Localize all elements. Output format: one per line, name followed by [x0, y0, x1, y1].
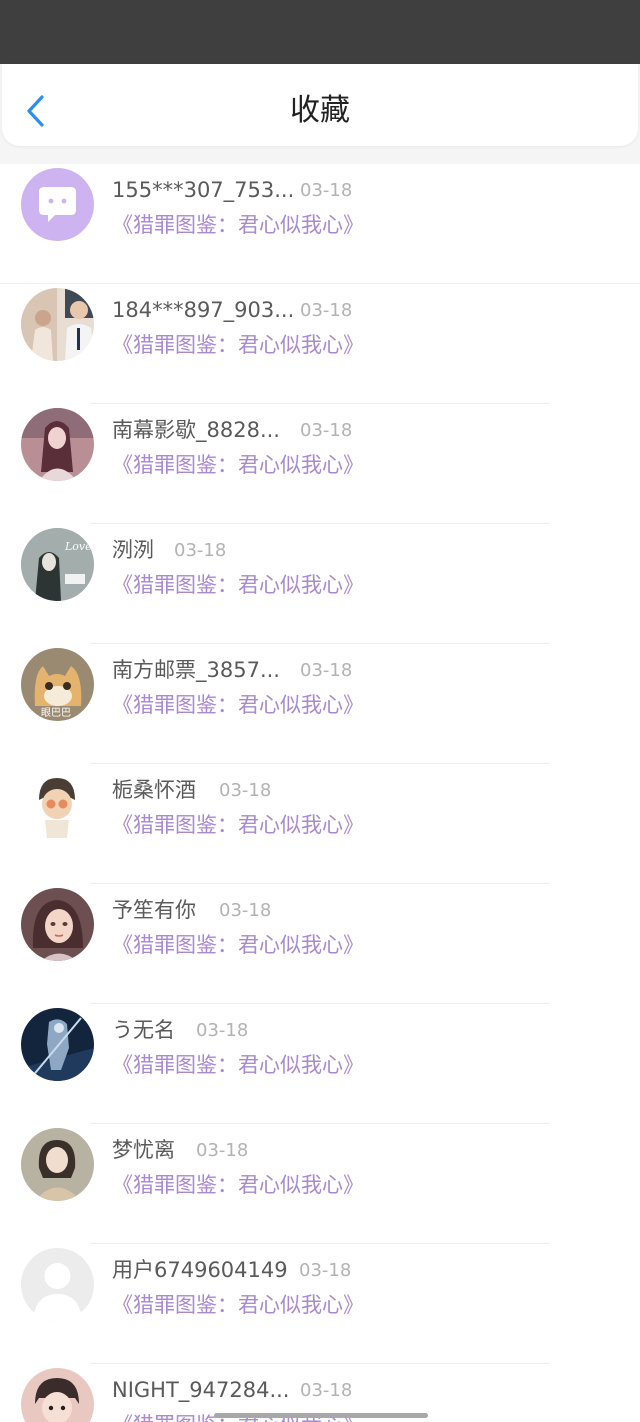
couple-photo-avatar[interactable] [21, 288, 94, 361]
home-indicator[interactable] [214, 1413, 428, 1418]
list-item[interactable]: 184***897_903... 03-18 《猎罪图鉴：君心似我心》 [0, 284, 640, 404]
dark-warrior-avatar[interactable] [21, 1008, 94, 1081]
list-item[interactable]: 予笙有你 03-18 《猎罪图鉴：君心似我心》 [0, 884, 640, 1004]
girl-portrait-avatar[interactable] [21, 408, 94, 481]
list-item[interactable]: 155***307_753... 03-18 《猎罪图鉴：君心似我心》 [0, 164, 640, 284]
work-title[interactable]: 《猎罪图鉴：君心似我心》 [112, 331, 364, 359]
user-name[interactable]: 洌洌 [112, 536, 154, 564]
user-name[interactable]: NIGHT_947284... [112, 1376, 290, 1404]
user-name[interactable]: 予笙有你 [112, 896, 196, 924]
cat-avatar[interactable]: 眼巴巴 [21, 648, 94, 721]
list-item[interactable]: 南幕影歇_8828... 03-18 《猎罪图鉴：君心似我心》 [0, 404, 640, 524]
date: 03-18 [174, 540, 227, 561]
svg-text:Love: Love [64, 540, 92, 553]
work-title[interactable]: 《猎罪图鉴：君心似我心》 [112, 931, 364, 959]
work-title[interactable]: 《猎罪图鉴：君心似我心》 [112, 571, 364, 599]
user-name[interactable]: 用户6749604149 [112, 1256, 288, 1284]
date: 03-18 [219, 780, 272, 801]
date: 03-18 [300, 660, 353, 681]
work-title[interactable]: 《猎罪图鉴：君心似我心》 [112, 1291, 364, 1319]
work-title[interactable]: 《猎罪图鉴：君心似我心》 [112, 691, 364, 719]
date: 03-18 [300, 180, 353, 201]
user-name[interactable]: 南方邮票_3857... [112, 656, 280, 684]
default-user-avatar[interactable] [21, 1248, 94, 1321]
love-sketch-avatar[interactable]: Love [21, 528, 94, 601]
child-photo-avatar[interactable] [21, 1368, 94, 1422]
favorites-list[interactable]: 155***307_753... 03-18 《猎罪图鉴：君心似我心》 184*… [0, 164, 640, 1422]
list-item[interactable]: Love 洌洌 03-18 《猎罪图鉴：君心似我心》 [0, 524, 640, 644]
woman-photo-avatar[interactable] [21, 1128, 94, 1201]
cat-avatar-label: 眼巴巴 [41, 707, 71, 719]
date: 03-18 [219, 900, 272, 921]
work-title[interactable]: 《猎罪图鉴：君心似我心》 [112, 451, 364, 479]
work-title[interactable]: 《猎罪图鉴：君心似我心》 [112, 811, 364, 839]
anime-girl-avatar[interactable] [21, 888, 94, 961]
status-bar [0, 0, 640, 64]
user-name[interactable]: 南幕影歇_8828... [112, 416, 280, 444]
user-name[interactable]: う无名 [112, 1016, 175, 1044]
date: 03-18 [196, 1140, 249, 1161]
date: 03-18 [299, 1260, 352, 1281]
page-title: 收藏 [290, 93, 350, 128]
user-name[interactable]: 155***307_753... [112, 176, 294, 204]
user-name[interactable]: 栀桑怀酒 [112, 776, 196, 804]
date: 03-18 [196, 1020, 249, 1041]
doll-avatar[interactable] [21, 768, 94, 841]
list-item[interactable]: 栀桑怀酒 03-18 《猎罪图鉴：君心似我心》 [0, 764, 640, 884]
list-item[interactable]: 梦忧离 03-18 《猎罪图鉴：君心似我心》 [0, 1124, 640, 1244]
list-item[interactable]: 眼巴巴 南方邮票_3857... 03-18 《猎罪图鉴：君心似我心》 [0, 644, 640, 764]
list-item[interactable]: う无名 03-18 《猎罪图鉴：君心似我心》 [0, 1004, 640, 1124]
list-item[interactable]: 用户6749604149 03-18 《猎罪图鉴：君心似我心》 [0, 1244, 640, 1364]
user-name[interactable]: 梦忧离 [112, 1136, 175, 1164]
work-title[interactable]: 《猎罪图鉴：君心似我心》 [112, 1051, 364, 1079]
date: 03-18 [300, 300, 353, 321]
chat-bubble-avatar[interactable] [21, 168, 94, 241]
date: 03-18 [300, 1380, 353, 1401]
user-name[interactable]: 184***897_903... [112, 296, 294, 324]
work-title[interactable]: 《猎罪图鉴：君心似我心》 [112, 211, 364, 239]
work-title[interactable]: 《猎罪图鉴：君心似我心》 [112, 1171, 364, 1199]
date: 03-18 [300, 420, 353, 441]
